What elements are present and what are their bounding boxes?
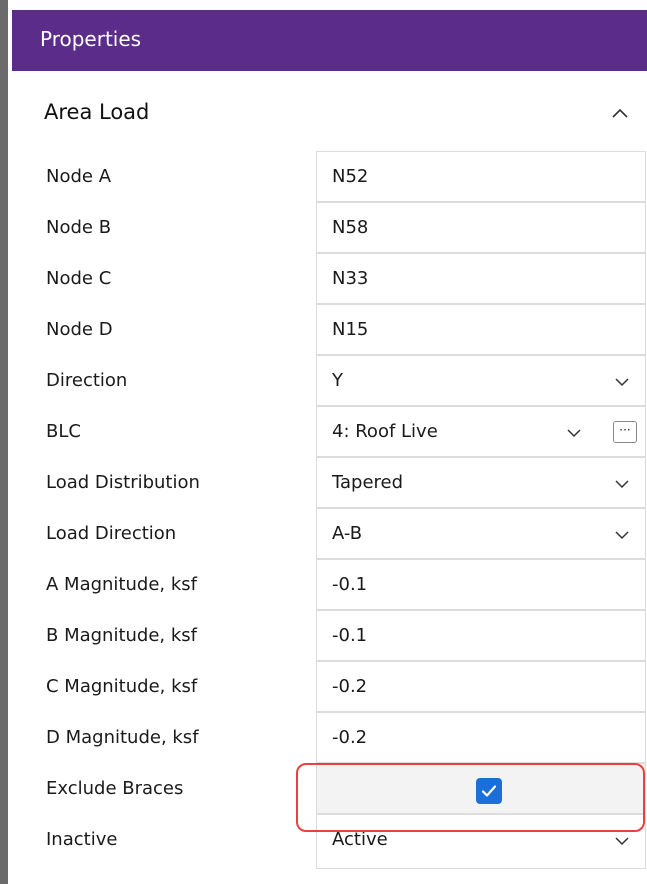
property-value: N15 bbox=[332, 319, 369, 340]
property-label: Node C bbox=[46, 268, 112, 289]
property-value: Active bbox=[332, 829, 388, 850]
property-row-blc: BLC 4: Roof Live ··· bbox=[12, 406, 647, 457]
property-value: -0.1 bbox=[332, 625, 368, 646]
property-label: Node D bbox=[46, 319, 113, 340]
property-row-d-magnitude: D Magnitude, ksf -0.2 bbox=[12, 712, 647, 763]
chevron-down-icon[interactable] bbox=[613, 526, 631, 544]
node-b-input[interactable]: N58 bbox=[316, 202, 646, 253]
property-row-b-magnitude: B Magnitude, ksf -0.1 bbox=[12, 610, 647, 661]
property-value: -0.2 bbox=[332, 727, 368, 748]
blc-ellipsis-button[interactable]: ··· bbox=[613, 421, 637, 443]
property-label: Node B bbox=[46, 217, 112, 238]
property-row-load-direction: Load Direction A-B bbox=[12, 508, 647, 559]
property-label: Load Direction bbox=[46, 523, 177, 544]
blc-dropdown[interactable]: 4: Roof Live ··· bbox=[316, 406, 646, 457]
property-value: 4: Roof Live bbox=[332, 421, 438, 442]
property-row-c-magnitude: C Magnitude, ksf -0.2 bbox=[12, 661, 647, 712]
chevron-down-icon[interactable] bbox=[613, 475, 631, 493]
highlight-annotation bbox=[296, 763, 645, 832]
property-label: A Magnitude, ksf bbox=[46, 574, 197, 595]
property-value: N52 bbox=[332, 166, 369, 187]
property-value: A-B bbox=[332, 523, 363, 544]
property-value: N33 bbox=[332, 268, 369, 289]
properties-header: Properties bbox=[12, 10, 647, 71]
property-label: Inactive bbox=[46, 829, 118, 850]
section-header-area-load[interactable]: Area Load bbox=[12, 85, 647, 145]
d-magnitude-input[interactable]: -0.2 bbox=[316, 712, 646, 763]
a-magnitude-input[interactable]: -0.1 bbox=[316, 559, 646, 610]
property-label: C Magnitude, ksf bbox=[46, 676, 198, 697]
b-magnitude-input[interactable]: -0.1 bbox=[316, 610, 646, 661]
load-distribution-dropdown[interactable]: Tapered bbox=[316, 457, 646, 508]
property-row-node-c: Node C N33 bbox=[12, 253, 647, 304]
property-grid: Node A N52 Node B N58 Node C N33 Node D … bbox=[12, 151, 647, 869]
panel-title: Properties bbox=[40, 27, 142, 51]
chevron-down-icon[interactable] bbox=[613, 832, 631, 850]
property-row-node-b: Node B N58 bbox=[12, 202, 647, 253]
property-row-node-a: Node A N52 bbox=[12, 151, 647, 202]
property-label: Direction bbox=[46, 370, 128, 391]
property-row-a-magnitude: A Magnitude, ksf -0.1 bbox=[12, 559, 647, 610]
section-title: Area Load bbox=[44, 100, 150, 124]
property-value: Y bbox=[332, 370, 343, 391]
property-row-node-d: Node D N15 bbox=[12, 304, 647, 355]
chevron-down-icon[interactable] bbox=[613, 373, 631, 391]
property-row-direction: Direction Y bbox=[12, 355, 647, 406]
node-a-input[interactable]: N52 bbox=[316, 151, 646, 202]
property-value: -0.1 bbox=[332, 574, 368, 595]
left-edge-bar bbox=[0, 0, 8, 884]
load-direction-dropdown[interactable]: A-B bbox=[316, 508, 646, 559]
node-d-input[interactable]: N15 bbox=[316, 304, 646, 355]
node-c-input[interactable]: N33 bbox=[316, 253, 646, 304]
property-label: Node A bbox=[46, 166, 112, 187]
property-value: N58 bbox=[332, 217, 369, 238]
chevron-down-icon[interactable] bbox=[565, 424, 583, 442]
chevron-up-icon[interactable] bbox=[608, 102, 632, 126]
property-label: Exclude Braces bbox=[46, 778, 184, 799]
property-label: B Magnitude, ksf bbox=[46, 625, 198, 646]
c-magnitude-input[interactable]: -0.2 bbox=[316, 661, 646, 712]
direction-dropdown[interactable]: Y bbox=[316, 355, 646, 406]
property-label: BLC bbox=[46, 421, 81, 442]
property-value: -0.2 bbox=[332, 676, 368, 697]
property-value: Tapered bbox=[332, 472, 404, 493]
property-label: Load Distribution bbox=[46, 472, 200, 493]
property-label: D Magnitude, ksf bbox=[46, 727, 199, 748]
property-row-load-distribution: Load Distribution Tapered bbox=[12, 457, 647, 508]
left-edge bbox=[0, 0, 12, 884]
